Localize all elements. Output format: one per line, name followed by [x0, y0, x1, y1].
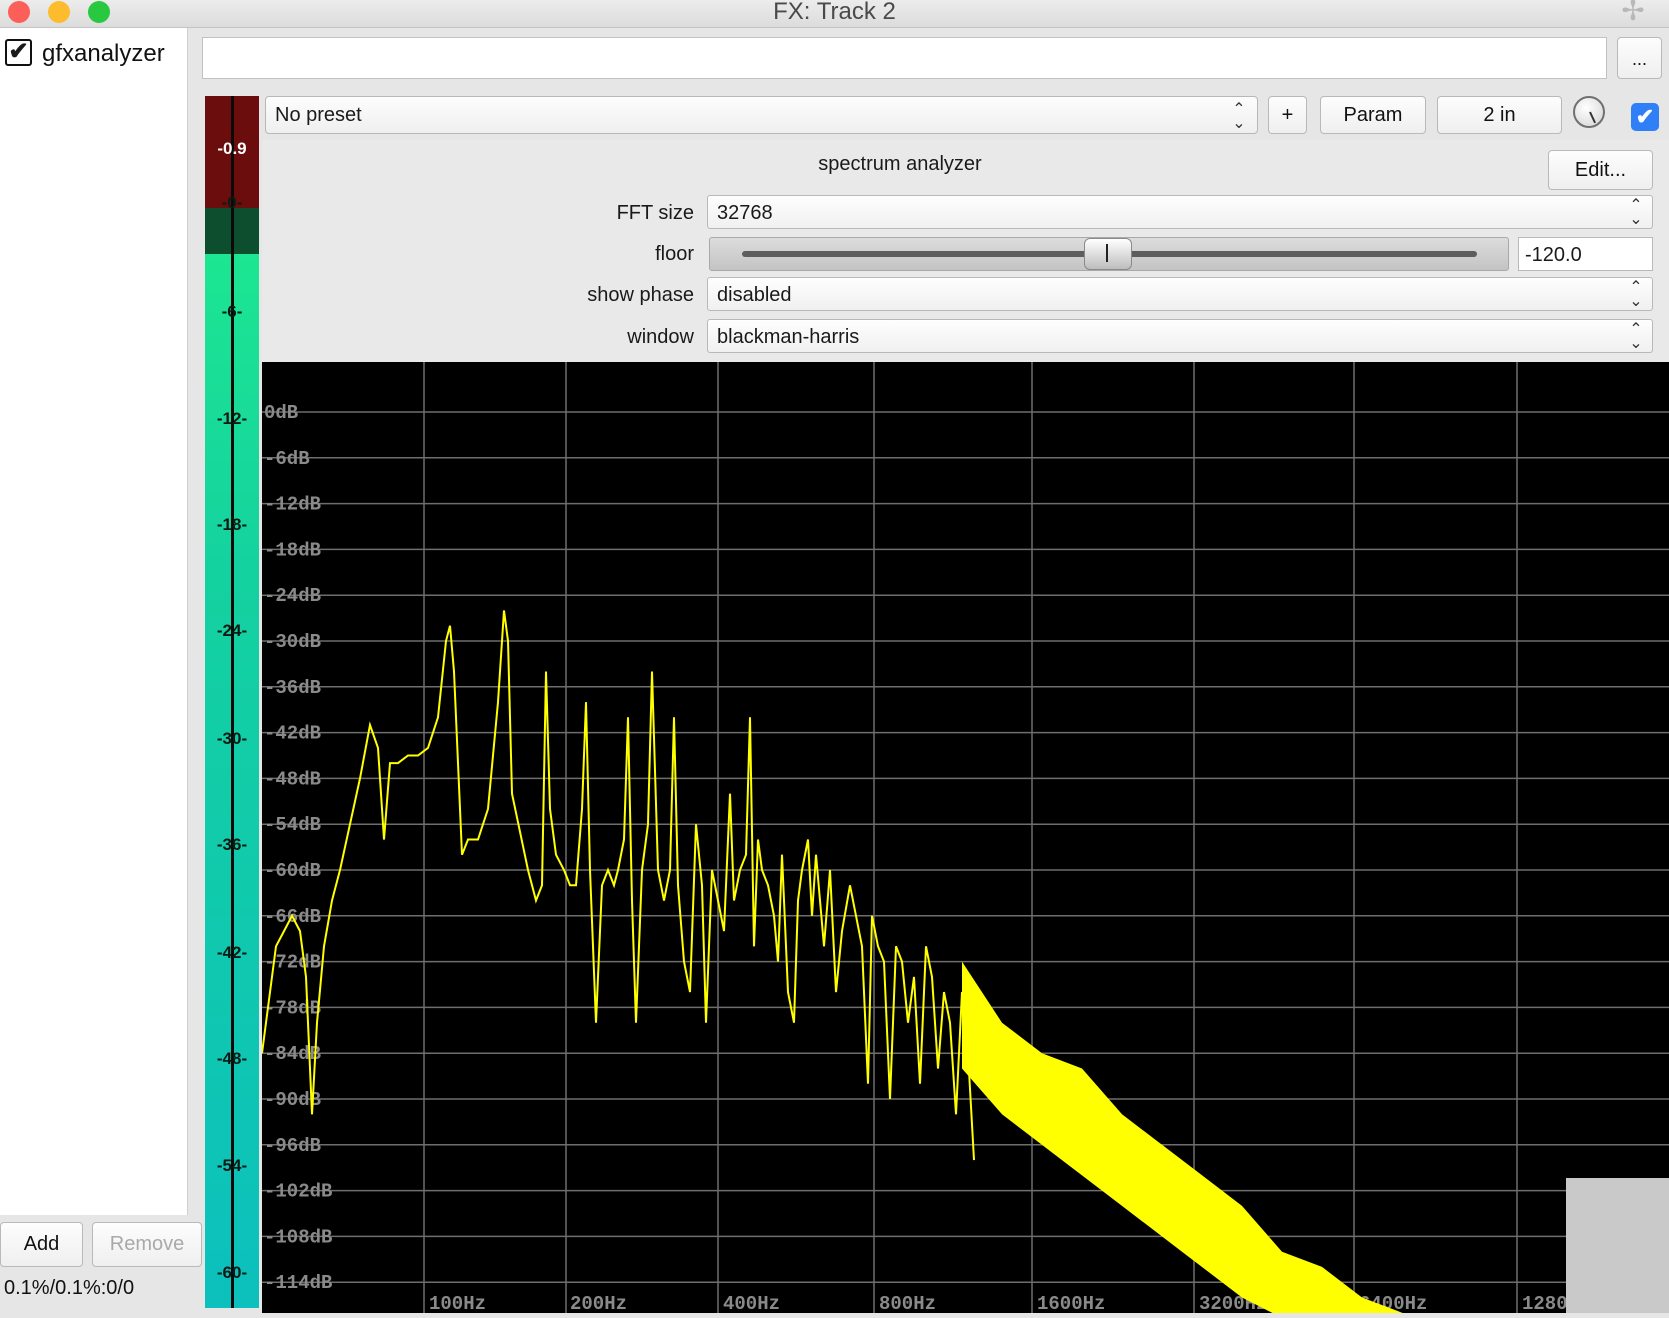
chevron-updown-icon: ⌃ ⌄ — [1629, 197, 1643, 228]
db-label: -78dB — [264, 997, 321, 1019]
window-value: blackman-harris — [717, 326, 860, 348]
db-label: -48dB — [264, 768, 321, 790]
show-phase-dropdown[interactable] — [707, 277, 1653, 311]
meter-tick-label: -60- — [216, 1263, 248, 1282]
fft-size-value: 32768 — [717, 202, 773, 224]
db-label: -6dB — [264, 448, 310, 470]
show-phase-value: disabled — [717, 284, 792, 306]
more-options-button[interactable]: ... — [1617, 37, 1662, 79]
screenshot-thumbnail[interactable] — [1566, 1178, 1669, 1313]
remove-fx-button[interactable]: Remove — [92, 1222, 202, 1267]
db-label: -114dB — [264, 1272, 332, 1294]
db-label: -36dB — [264, 677, 321, 699]
db-label: -84dB — [264, 1043, 321, 1065]
chevron-updown-icon: ⌃ ⌄ — [1629, 321, 1643, 352]
meter-tick-label: -6- — [221, 302, 243, 321]
param-button[interactable]: Param — [1320, 96, 1426, 134]
db-label: -102dB — [264, 1181, 332, 1203]
frequency-label: 100Hz — [429, 1293, 486, 1313]
floor-slider-thumb[interactable] — [1084, 238, 1132, 270]
floor-label: floor — [655, 243, 694, 265]
meter-tick-label: -48- — [216, 1049, 248, 1068]
io-routing-button[interactable]: 2 in — [1437, 96, 1562, 134]
meter-tick-label: -36- — [216, 835, 248, 854]
meter-tick-label: -54- — [216, 1156, 248, 1175]
cpu-usage-readout: 0.1%/0.1%:0/0 — [4, 1277, 135, 1299]
spectrum-canvas: 0dB -6dB -12dB -18dB -24dB -30dB -36dB -42dB -48… — [261, 362, 1669, 1318]
fx-enable-checkbox[interactable]: ✔ — [5, 39, 32, 66]
frequency-grid — [423, 362, 1518, 1313]
add-fx-button[interactable]: Add — [0, 1222, 83, 1267]
db-grid — [262, 411, 1669, 1283]
preset-menu-button[interactable]: + — [1268, 96, 1307, 134]
window-title: FX: Track 2 — [773, 0, 896, 25]
db-labels: 0dB -6dB -12dB -18dB -24dB -30dB -36dB -42dB -48… — [264, 402, 332, 1294]
slider-thumb-grip — [1106, 244, 1108, 262]
chevron-updown-icon: ⌃ ⌄ — [1232, 101, 1246, 132]
meter-tick-label: -18- — [216, 515, 248, 534]
edit-button[interactable]: Edit... — [1548, 150, 1653, 190]
fft-size-label: FFT size — [616, 202, 694, 224]
fx-path-field[interactable] — [202, 37, 1607, 79]
db-label: -24dB — [264, 585, 321, 607]
frequency-labels: 100Hz 200Hz 400Hz 800Hz 1600Hz 3200Hz 6400Hz 12… — [429, 1293, 1602, 1315]
spectrum-trace — [261, 610, 975, 1161]
plugin-title: spectrum analyzer — [818, 153, 982, 175]
db-label: -18dB — [264, 539, 321, 561]
spectrum-trace-dense — [962, 961, 1416, 1318]
db-label: -108dB — [264, 1226, 332, 1248]
frequency-label: 800Hz — [879, 1293, 936, 1313]
meter-tick-label: -24- — [216, 621, 248, 640]
fx-list-item-gfxanalyzer[interactable]: gfxanalyzer — [42, 40, 165, 68]
preset-dropdown-value: No preset — [275, 104, 362, 126]
meter-peak-value[interactable]: -0.9 — [205, 139, 259, 159]
meter-tick-label: -12- — [216, 409, 248, 428]
pin-icon[interactable]: ✢ — [1618, 0, 1648, 26]
db-label: 0dB — [264, 402, 298, 424]
meter-tick-label: -30- — [216, 729, 248, 748]
floor-value-text: -120.0 — [1525, 244, 1582, 266]
meter-tick-label: -0- — [221, 193, 243, 212]
preset-dropdown[interactable] — [265, 96, 1258, 134]
db-label: -30dB — [264, 631, 321, 653]
db-label: -42dB — [264, 723, 321, 745]
db-label: -12dB — [264, 494, 321, 516]
db-label: -60dB — [264, 860, 321, 882]
db-label: -96dB — [264, 1135, 321, 1157]
meter-tick-label: -42- — [216, 943, 248, 962]
frequency-label: 1600Hz — [1037, 1293, 1105, 1313]
frequency-label: 400Hz — [723, 1293, 780, 1313]
spectrum-display: 0dB -6dB -12dB -18dB -24dB -30dB -36dB -42dB -48… — [261, 362, 1669, 1318]
frequency-label: 200Hz — [570, 1293, 627, 1313]
fx-chain-list — [0, 28, 188, 1215]
fft-size-dropdown[interactable] — [707, 195, 1653, 229]
show-phase-label: show phase — [587, 284, 694, 306]
db-label: -54dB — [264, 814, 321, 836]
window-label: window — [627, 326, 694, 348]
chevron-updown-icon: ⌃ ⌄ — [1629, 279, 1643, 310]
meter-center-line — [231, 96, 234, 1308]
fx-bypass-checkbox[interactable]: ✔ — [1631, 103, 1659, 131]
